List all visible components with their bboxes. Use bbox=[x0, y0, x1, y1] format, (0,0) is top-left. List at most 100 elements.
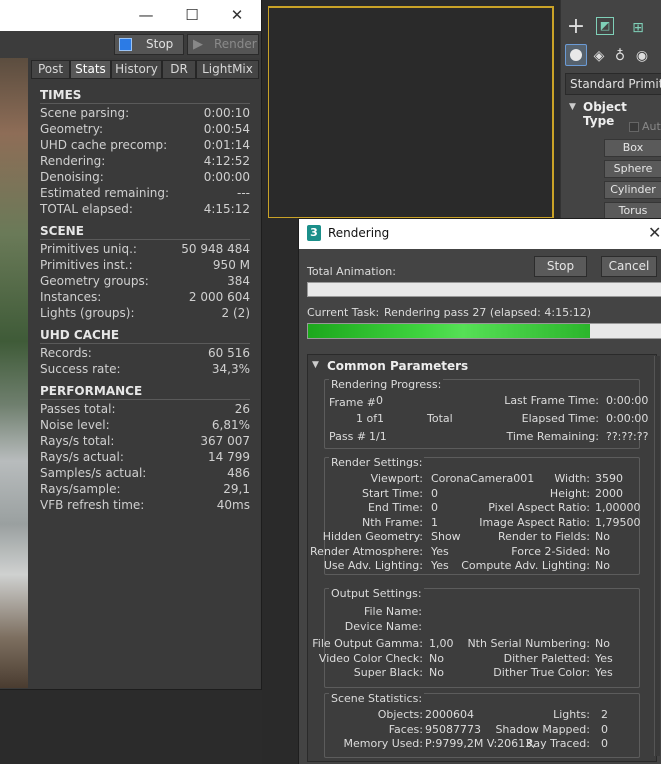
pass-label: Pass # bbox=[329, 430, 367, 443]
maximize-icon[interactable]: ☐ bbox=[169, 0, 215, 31]
sphere-button[interactable]: Sphere bbox=[604, 160, 661, 178]
stats-section-title: SCENE bbox=[40, 224, 250, 240]
dialog-scrollbar[interactable] bbox=[654, 356, 660, 756]
stat-label: Instances: bbox=[40, 290, 102, 304]
stat-value: 50 948 484 bbox=[181, 242, 250, 256]
param-value: Yes bbox=[595, 666, 613, 679]
cancel-button[interactable]: Cancel bbox=[601, 256, 657, 277]
stat-row: Instances: 2 000 604 bbox=[40, 290, 250, 306]
stat-row: Passes total: 26 bbox=[40, 402, 250, 418]
scene-statistics-group: Scene Statistics: Objects: 2000604 Faces: 9… bbox=[324, 692, 640, 758]
param-value: No bbox=[429, 666, 444, 679]
close-icon[interactable]: ✕ bbox=[648, 223, 661, 242]
rendered-image[interactable] bbox=[0, 58, 28, 688]
param-value: 1,00 bbox=[429, 637, 454, 650]
param-value: No bbox=[595, 559, 610, 572]
stop-label: Stop bbox=[146, 37, 174, 51]
stat-label: Rays/s actual: bbox=[40, 450, 124, 464]
stats-section-title: PERFORMANCE bbox=[40, 384, 250, 400]
hierarchy-icon[interactable]: ⊞ bbox=[627, 17, 649, 39]
cameras-icon[interactable]: ◉ bbox=[631, 45, 653, 67]
rendering-titlebar[interactable]: 3 Rendering ✕ bbox=[299, 219, 661, 249]
stat-label: Geometry: bbox=[40, 122, 104, 136]
param-label: Compute Adv. Lighting: bbox=[461, 559, 590, 572]
stat-label: Rendering: bbox=[40, 154, 106, 168]
elapsed-time-value: 0:00:00 bbox=[606, 412, 649, 425]
rollout-collapse-icon[interactable]: ▼ bbox=[569, 102, 576, 112]
stat-row: TOTAL elapsed: 4:15:12 bbox=[40, 202, 250, 218]
param-label: Viewport: bbox=[370, 472, 423, 485]
total-label: Total bbox=[427, 412, 453, 425]
tab-dr[interactable]: DR bbox=[162, 60, 196, 79]
tab-lightmix[interactable]: LightMix bbox=[196, 60, 259, 79]
render-label: Render bbox=[214, 37, 257, 51]
stop-button[interactable]: Stop bbox=[534, 256, 587, 277]
stat-value: 2 (2) bbox=[221, 306, 250, 320]
param-label: Dither Paletted: bbox=[503, 651, 590, 665]
tab-history[interactable]: History bbox=[111, 60, 162, 79]
current-task-progress-fill bbox=[308, 324, 591, 338]
active-viewport-border bbox=[268, 6, 554, 218]
stat-value: 384 bbox=[227, 274, 250, 288]
stat-value: 26 bbox=[234, 402, 250, 416]
stat-value: 6,81% bbox=[211, 418, 250, 432]
stat-row: Rays/s actual: 14 799 bbox=[40, 450, 250, 466]
param-value: 2 bbox=[601, 708, 608, 721]
box-button[interactable]: Box bbox=[604, 139, 661, 157]
stat-label: Primitives inst.: bbox=[40, 258, 133, 272]
param-label: End Time: bbox=[367, 501, 423, 514]
param-label: Force 2-Sided: bbox=[511, 544, 590, 558]
stat-row: Denoising: 0:00:00 bbox=[40, 170, 250, 186]
common-parameters-title[interactable]: Common Parameters bbox=[327, 359, 468, 373]
param-label: Nth Serial Numbering: bbox=[467, 637, 590, 650]
autogrid-checkbox[interactable] bbox=[629, 122, 639, 132]
stat-label: Lights (groups): bbox=[40, 306, 135, 320]
param-value: Yes bbox=[431, 544, 449, 558]
primitive-type-dropdown[interactable]: Standard Primitives bbox=[565, 73, 661, 95]
param-label: Pixel Aspect Ratio: bbox=[488, 501, 590, 514]
pass-value: 1/1 bbox=[369, 430, 387, 443]
lights-icon[interactable]: ♁ bbox=[609, 45, 631, 67]
stat-row: Estimated remaining: --- bbox=[40, 186, 250, 202]
tab-post[interactable]: Post bbox=[31, 60, 70, 79]
frame-of-label: 1 of bbox=[356, 412, 378, 425]
device-name-label: Device Name: bbox=[344, 620, 422, 633]
geometry-tab[interactable] bbox=[565, 44, 587, 66]
create-plus-icon[interactable]: + bbox=[565, 16, 587, 38]
cylinder-button[interactable]: Cylinder bbox=[604, 181, 661, 199]
geometry-sphere-icon bbox=[570, 49, 582, 61]
shapes-icon[interactable]: ◈ bbox=[588, 45, 610, 67]
stat-value: 2 000 604 bbox=[188, 290, 250, 304]
stat-row: Records: 60 516 bbox=[40, 346, 250, 362]
stat-label: Success rate: bbox=[40, 362, 121, 376]
time-remaining-label: Time Remaining: bbox=[506, 430, 599, 443]
stat-row: Lights (groups): 2 (2) bbox=[40, 306, 250, 322]
vfb-stats-panel: Post Stats History DR LightMix TIMES Scen… bbox=[28, 58, 261, 688]
tab-stats[interactable]: Stats bbox=[70, 60, 111, 79]
rendering-progress-group: Rendering Progress: Frame # 0 1 of 1 Tot… bbox=[324, 378, 648, 449]
total-animation-progressbar bbox=[307, 282, 661, 297]
minimize-icon[interactable]: — bbox=[123, 0, 169, 31]
param-label: Width: bbox=[554, 472, 590, 485]
stat-label: VFB refresh time: bbox=[40, 498, 145, 512]
param-value: Yes bbox=[595, 651, 613, 665]
last-frame-time-label: Last Frame Time: bbox=[504, 394, 599, 407]
stat-label: Primitives uniq.: bbox=[40, 242, 137, 256]
close-icon[interactable]: ✕ bbox=[214, 0, 260, 31]
render-button[interactable]: ▶ Render bbox=[187, 34, 259, 55]
stat-value: 0:00:54 bbox=[203, 122, 250, 136]
rollout-collapse-icon[interactable]: ▼ bbox=[312, 360, 319, 370]
elapsed-time-label: Elapsed Time: bbox=[521, 412, 599, 425]
stop-button[interactable]: Stop bbox=[114, 34, 184, 55]
stat-value: 0:00:10 bbox=[203, 106, 250, 120]
vfb-titlebar[interactable]: — ☐ ✕ bbox=[0, 0, 261, 31]
param-value: No bbox=[595, 637, 610, 650]
frame-label: Frame # bbox=[329, 396, 376, 409]
rendering-dialog: 3 Rendering ✕ Total Animation: Stop Canc… bbox=[298, 218, 661, 764]
stat-label: TOTAL elapsed: bbox=[40, 202, 133, 216]
param-label: Lights: bbox=[553, 708, 590, 721]
stat-label: Estimated remaining: bbox=[40, 186, 170, 200]
param-label: Dither True Color: bbox=[493, 666, 590, 679]
modify-icon[interactable]: ◩ bbox=[596, 17, 614, 35]
param-value: No bbox=[595, 544, 610, 558]
